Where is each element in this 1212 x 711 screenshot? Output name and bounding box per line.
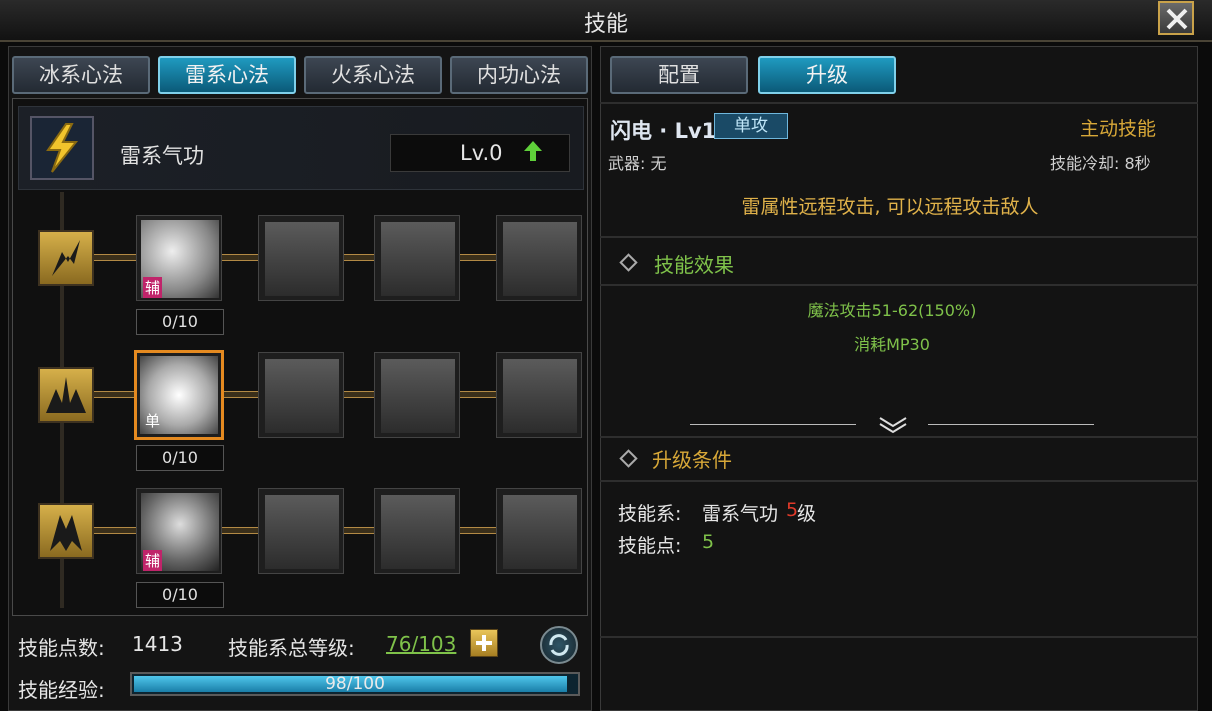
req-school-unit: 级 — [797, 503, 817, 525]
tab-upgrade[interactable]: 升级 — [758, 56, 896, 94]
locked-slot[interactable] — [374, 352, 460, 438]
divider — [690, 424, 856, 425]
close-button[interactable] — [1158, 1, 1194, 35]
locked-book-icon — [381, 359, 455, 433]
locked-book-icon — [265, 222, 339, 296]
skill-tag: 辅 — [143, 277, 163, 298]
locked-book-icon — [503, 359, 577, 433]
plus-icon — [476, 635, 492, 651]
lightning-burst-icon — [46, 377, 86, 413]
skill-tag: 辅 — [143, 550, 163, 571]
req-points-label: 技能点: — [618, 535, 682, 557]
skill-points-label: 技能点数: — [18, 636, 105, 660]
divider — [600, 480, 1198, 482]
target-badge: 单攻 — [714, 113, 788, 139]
locked-slot[interactable] — [258, 352, 344, 438]
skill-description: 雷属性远程攻击, 可以远程攻击敌人 — [741, 196, 1039, 218]
effect-line: 消耗MP30 — [854, 335, 930, 354]
chevron-down-icon[interactable] — [878, 416, 908, 438]
window-title: 技能 — [583, 12, 628, 37]
skill-points-value: 1413 — [132, 632, 183, 656]
tab-config[interactable]: 配置 — [610, 56, 748, 94]
cooldown-label: 技能冷却: 8秒 — [1050, 154, 1151, 173]
skill-slot[interactable]: 辅 — [136, 488, 222, 574]
skill-tag: 单 — [145, 412, 161, 430]
locked-slot[interactable] — [496, 488, 582, 574]
divider — [600, 102, 1198, 104]
row-icon-lightning-figure — [38, 503, 94, 559]
divider — [928, 424, 1094, 425]
locked-slot[interactable] — [374, 215, 460, 301]
locked-book-icon — [503, 222, 577, 296]
locked-slot[interactable] — [496, 215, 582, 301]
divider — [600, 436, 1198, 438]
divider — [600, 636, 1198, 638]
lightning-bolt-icon — [52, 240, 80, 276]
tab-thunder[interactable]: 雷系心法 — [158, 56, 296, 94]
locked-book-icon — [503, 495, 577, 569]
locked-slot[interactable] — [374, 488, 460, 574]
level-up-arrow-icon[interactable] — [523, 140, 543, 166]
right-panel — [600, 46, 1198, 711]
refresh-button[interactable] — [540, 626, 578, 664]
req-points-value: 5 — [702, 531, 715, 553]
close-icon — [1166, 8, 1188, 30]
lightning-figure-icon — [50, 515, 82, 551]
skill-count: 0/10 — [136, 582, 224, 608]
skill-name: 闪电 · Lv1 — [610, 119, 717, 143]
req-school-value: 雷系气功 — [702, 503, 779, 525]
divider — [600, 284, 1198, 286]
school-name: 雷系气功 — [120, 144, 204, 168]
skill-exp-label: 技能经验: — [18, 678, 105, 702]
school-level: Lv.0 — [460, 141, 503, 165]
total-level-label: 技能系总等级: — [228, 636, 355, 660]
locked-slot[interactable] — [496, 352, 582, 438]
req-school-label: 技能系: — [618, 503, 682, 525]
tab-inner[interactable]: 内功心法 — [450, 56, 588, 94]
skill-slot-selected[interactable]: 单 — [134, 350, 224, 440]
locked-book-icon — [381, 222, 455, 296]
skill-type: 主动技能 — [1080, 118, 1157, 140]
upgrade-title: 升级条件 — [652, 448, 732, 472]
row-icon-lightning-bolt — [38, 230, 94, 286]
locked-slot[interactable] — [258, 488, 344, 574]
locked-slot[interactable] — [258, 215, 344, 301]
locked-book-icon — [265, 359, 339, 433]
weapon-label: 武器: 无 — [608, 154, 667, 173]
effect-line: 魔法攻击51-62(150%) — [807, 301, 977, 320]
add-level-button[interactable] — [470, 629, 498, 657]
skill-exp-text: 98/100 — [325, 674, 385, 694]
row-icon-lightning-burst — [38, 367, 94, 423]
skill-slot[interactable]: 辅 — [136, 215, 222, 301]
locked-book-icon — [381, 495, 455, 569]
thunder-school-icon — [30, 116, 94, 180]
total-level-value[interactable]: 76/103 — [386, 632, 456, 656]
effect-title: 技能效果 — [654, 253, 734, 277]
tab-fire[interactable]: 火系心法 — [304, 56, 442, 94]
refresh-icon — [549, 634, 569, 656]
skill-count: 0/10 — [136, 309, 224, 335]
skill-count: 0/10 — [136, 445, 224, 471]
tab-ice[interactable]: 冰系心法 — [12, 56, 150, 94]
locked-book-icon — [265, 495, 339, 569]
divider — [600, 236, 1198, 238]
